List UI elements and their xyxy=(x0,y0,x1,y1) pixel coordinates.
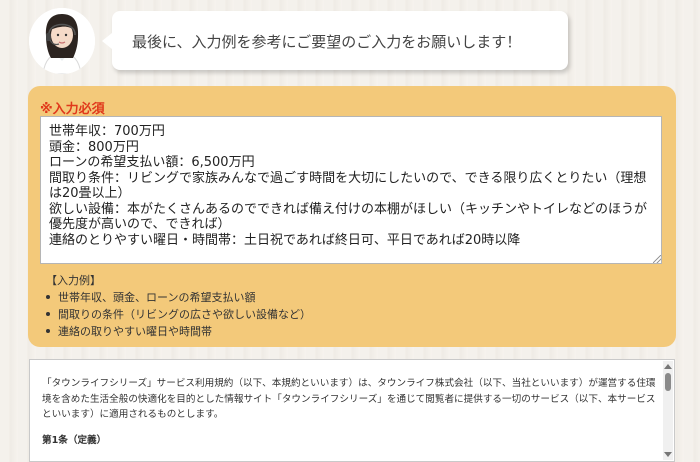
terms-scrollbar[interactable] xyxy=(663,361,673,460)
operator-avatar-icon xyxy=(29,8,95,74)
required-label: ※入力必須 xyxy=(40,102,105,117)
terms-body: 「タウンライフシリーズ」サービス利用規約（以下、本規約といいます）は、タウンライ… xyxy=(42,378,656,420)
example-item: 世帯年収、頭金、ローンの希望支払い額 xyxy=(44,289,311,306)
example-list: 世帯年収、頭金、ローンの希望支払い額 間取りの条件（リビングの広さや欲しい設備な… xyxy=(44,289,311,340)
instruction-message: 最後に、入力例を参考にご要望のご入力をお願いします！ xyxy=(132,33,522,51)
request-textarea[interactable]: 世帯年収：700万円 頭金：800万円 ローンの希望支払い額：6,500万円 間… xyxy=(40,116,662,264)
scroll-up-arrow-icon[interactable] xyxy=(664,364,672,369)
example-item: 間取りの条件（リビングの広さや欲しい設備など） xyxy=(44,306,311,323)
textarea-resize-handle[interactable] xyxy=(653,255,661,263)
terms-article-heading: 第1条（定義） xyxy=(42,435,107,446)
example-item: 連絡の取りやすい曜日や時間帯 xyxy=(44,323,311,340)
instruction-bubble: 最後に、入力例を参考にご要望のご入力をお願いします！ xyxy=(102,11,568,70)
request-form-panel: ※入力必須 世帯年収：700万円 頭金：800万円 ローンの希望支払い額：6,5… xyxy=(28,86,676,347)
example-title: 【入力例】 xyxy=(46,274,101,287)
scroll-down-arrow-icon[interactable] xyxy=(664,452,672,457)
terms-of-service-box[interactable]: 「タウンライフシリーズ」サービス利用規約（以下、本規約といいます）は、タウンライ… xyxy=(29,359,675,462)
scroll-thumb[interactable] xyxy=(665,373,671,391)
